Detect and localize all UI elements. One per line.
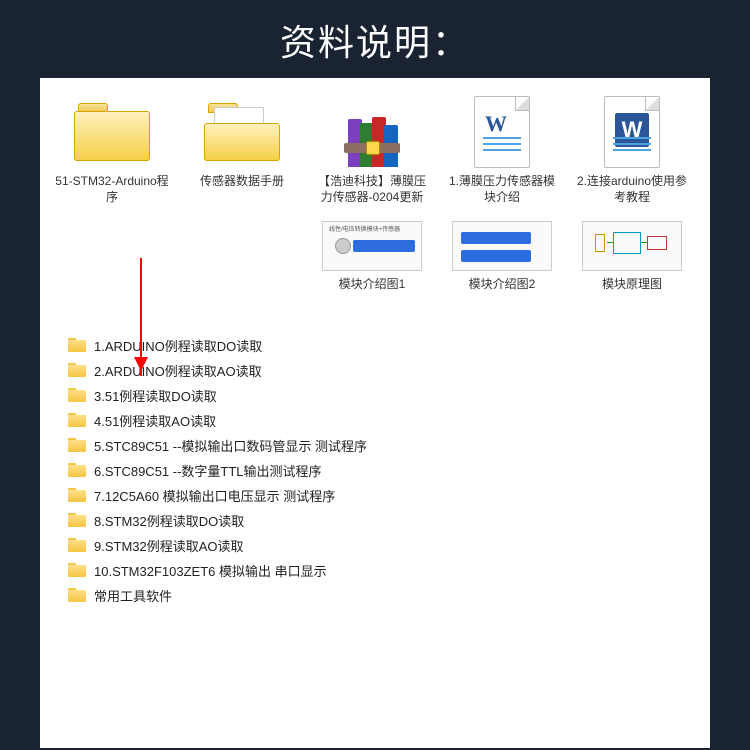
page-title: 资料说明： xyxy=(0,0,750,78)
list-item[interactable]: 7.12C5A60 模拟输出口电压显示 测试程序 xyxy=(68,483,696,508)
folder-name: 1.ARDUINO例程读取DO读取 xyxy=(94,336,262,355)
thumbnail-icon xyxy=(452,221,552,271)
list-item[interactable]: 10.STM32F103ZET6 模拟输出 串口显示 xyxy=(68,558,696,583)
item-label: 模块介绍图1 xyxy=(314,277,430,293)
item-label: 2.连接arduino使用参考教程 xyxy=(574,174,690,205)
item-label: 传感器数据手册 xyxy=(184,174,300,190)
word-doc-icon: W xyxy=(474,96,530,168)
archive-item[interactable]: 【浩迪科技】薄膜压力传感器-0204更新 xyxy=(314,94,430,205)
image-item[interactable]: 线性/电压转换模块+传感器 模块介绍图1 xyxy=(314,219,430,293)
file-panel: 51-STM32-Arduino程序 传感器数据手册 【浩迪科技】薄膜压力传感器… xyxy=(40,78,710,748)
folder-icon xyxy=(68,338,86,352)
folder-icon xyxy=(68,363,86,377)
folder-item[interactable]: 51-STM32-Arduino程序 xyxy=(54,94,170,205)
item-label: 模块原理图 xyxy=(574,277,690,293)
thumbnail-icon xyxy=(582,221,682,271)
image-item[interactable]: 模块介绍图2 xyxy=(444,219,560,293)
folder-icon xyxy=(68,413,86,427)
arrow-indicator xyxy=(140,258,142,376)
item-label: 51-STM32-Arduino程序 xyxy=(54,174,170,205)
item-label: 模块介绍图2 xyxy=(444,277,560,293)
folder-name: 9.STM32例程读取AO读取 xyxy=(94,536,244,555)
folder-icon xyxy=(68,563,86,577)
folder-icon xyxy=(74,103,150,161)
folder-name: 7.12C5A60 模拟输出口电压显示 测试程序 xyxy=(94,486,335,505)
folder-icon xyxy=(68,588,86,602)
folder-name: 8.STM32例程读取DO读取 xyxy=(94,511,244,530)
folder-name: 2.ARDUINO例程读取AO读取 xyxy=(94,361,262,380)
list-item[interactable]: 8.STM32例程读取DO读取 xyxy=(68,508,696,533)
list-item[interactable]: 3.51例程读取DO读取 xyxy=(68,383,696,408)
icon-grid-row1: 51-STM32-Arduino程序 传感器数据手册 【浩迪科技】薄膜压力传感器… xyxy=(54,94,696,205)
folder-icon xyxy=(68,438,86,452)
folder-list: 1.ARDUINO例程读取DO读取 2.ARDUINO例程读取AO读取 3.51… xyxy=(54,333,696,608)
document-item[interactable]: W 1.薄膜压力传感器模块介绍 xyxy=(444,94,560,205)
folder-name: 6.STC89C51 --数字量TTL输出测试程序 xyxy=(94,461,322,480)
folder-name: 常用工具软件 xyxy=(94,586,172,605)
folder-icon xyxy=(68,513,86,527)
list-item[interactable]: 1.ARDUINO例程读取DO读取 xyxy=(68,333,696,358)
item-label: 【浩迪科技】薄膜压力传感器-0204更新 xyxy=(314,174,430,205)
icon-grid-row2: 线性/电压转换模块+传感器 模块介绍图1 模块介绍图2 模块原理图 xyxy=(314,219,696,293)
rar-icon xyxy=(344,97,400,167)
list-item[interactable]: 2.ARDUINO例程读取AO读取 xyxy=(68,358,696,383)
list-item[interactable]: 5.STC89C51 --模拟输出口数码管显示 测试程序 xyxy=(68,433,696,458)
folder-name: 3.51例程读取DO读取 xyxy=(94,386,217,405)
folder-name: 4.51例程读取AO读取 xyxy=(94,411,216,430)
image-item[interactable]: 模块原理图 xyxy=(574,219,690,293)
folder-item[interactable]: 传感器数据手册 xyxy=(184,94,300,205)
document-item[interactable]: W 2.连接arduino使用参考教程 xyxy=(574,94,690,205)
folder-icon xyxy=(68,488,86,502)
list-item[interactable]: 4.51例程读取AO读取 xyxy=(68,408,696,433)
list-item[interactable]: 6.STC89C51 --数字量TTL输出测试程序 xyxy=(68,458,696,483)
list-item[interactable]: 常用工具软件 xyxy=(68,583,696,608)
thumbnail-icon: 线性/电压转换模块+传感器 xyxy=(322,221,422,271)
folder-name: 5.STC89C51 --模拟输出口数码管显示 测试程序 xyxy=(94,436,367,455)
item-label: 1.薄膜压力传感器模块介绍 xyxy=(444,174,560,205)
folder-icon xyxy=(68,538,86,552)
word-doc-icon: W xyxy=(604,96,660,168)
folder-icon xyxy=(68,463,86,477)
list-item[interactable]: 9.STM32例程读取AO读取 xyxy=(68,533,696,558)
folder-icon xyxy=(204,103,280,161)
folder-name: 10.STM32F103ZET6 模拟输出 串口显示 xyxy=(94,561,327,580)
folder-icon xyxy=(68,388,86,402)
